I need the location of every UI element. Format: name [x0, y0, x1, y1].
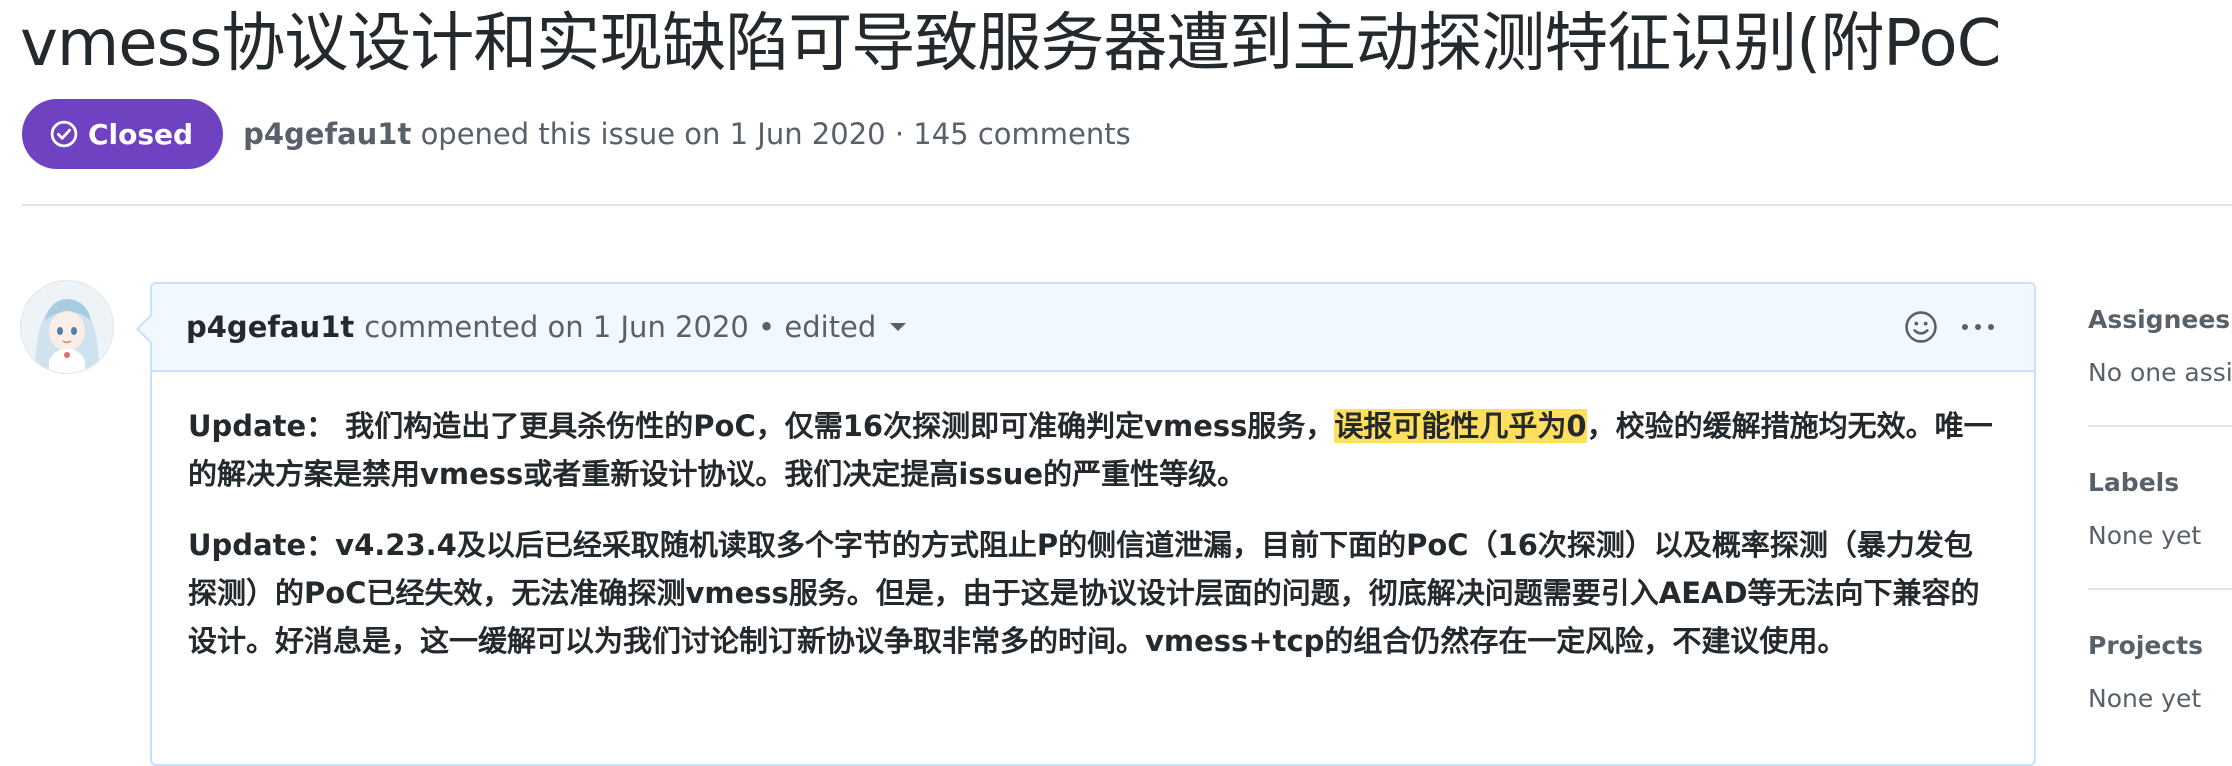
- smiley-icon[interactable]: [1904, 310, 1938, 344]
- avatar[interactable]: [20, 280, 114, 374]
- check-circle-icon: [50, 120, 78, 148]
- labels-value: None yet: [2088, 521, 2202, 550]
- issue-meta-text: p4gefau1t opened this issue on 1 Jun 202…: [243, 117, 1131, 151]
- header-divider: [22, 204, 2232, 206]
- issue-author-link[interactable]: p4gefau1t: [243, 117, 411, 151]
- sidebar-assignees[interactable]: Assignees No one assigned: [2088, 300, 2232, 387]
- caret-down-icon[interactable]: [890, 323, 907, 331]
- comment-meta[interactable]: commented on 1 Jun 2020 • edited: [364, 310, 876, 344]
- comment-author-link[interactable]: p4gefau1t: [186, 310, 354, 344]
- comment-body: Update： 我们构造出了更具杀伤性的PoC，仅需16次探测即可准确判定vme…: [152, 372, 2034, 665]
- issue-meta: Closed p4gefau1t opened this issue on 1 …: [22, 98, 1131, 170]
- issue-meta-detail: opened this issue on 1 Jun 2020 · 145 co…: [420, 117, 1131, 151]
- kebab-horizontal-icon[interactable]: [1960, 320, 1996, 334]
- projects-value: None yet: [2088, 684, 2202, 713]
- projects-title[interactable]: Projects: [2088, 626, 2232, 666]
- issue-title: vmess协议设计和实现缺陷可导致服务器遭到主动探测特征识别(附PoC: [20, 7, 2001, 81]
- avatar-image: [21, 281, 113, 373]
- status-badge: Closed: [22, 99, 224, 169]
- highlighted-text: 误报可能性几乎为0: [1334, 409, 1587, 443]
- comment-paragraph-2: Update：v4.23.4及以后已经采取随机读取多个字节的方式阻止P的侧信道泄…: [188, 528, 1980, 658]
- sidebar-divider: [2088, 425, 2232, 427]
- paragraph-1-text-start: Update： 我们构造出了更具杀伤性的PoC，仅需16次探测即可准确判定vme…: [188, 409, 1335, 443]
- assignees-value: No one assigned: [2088, 358, 2232, 387]
- assignees-title[interactable]: Assignees: [2088, 300, 2232, 340]
- sidebar-projects[interactable]: Projects None yet: [2088, 626, 2232, 713]
- sidebar-labels[interactable]: Labels None yet: [2088, 463, 2232, 550]
- comment-paragraph-1: Update： 我们构造出了更具杀伤性的PoC，仅需16次探测即可准确判定vme…: [188, 402, 1998, 498]
- status-label: Closed: [88, 117, 194, 151]
- issue-sidebar: Assignees No one assigned Labels None ye…: [2088, 300, 2232, 713]
- comment-box: p4gefau1t commented on 1 Jun 2020 • edit…: [136, 282, 2036, 766]
- labels-title[interactable]: Labels: [2088, 463, 2232, 503]
- comment-header: p4gefau1t commented on 1 Jun 2020 • edit…: [152, 284, 2034, 372]
- sidebar-divider: [2088, 588, 2232, 590]
